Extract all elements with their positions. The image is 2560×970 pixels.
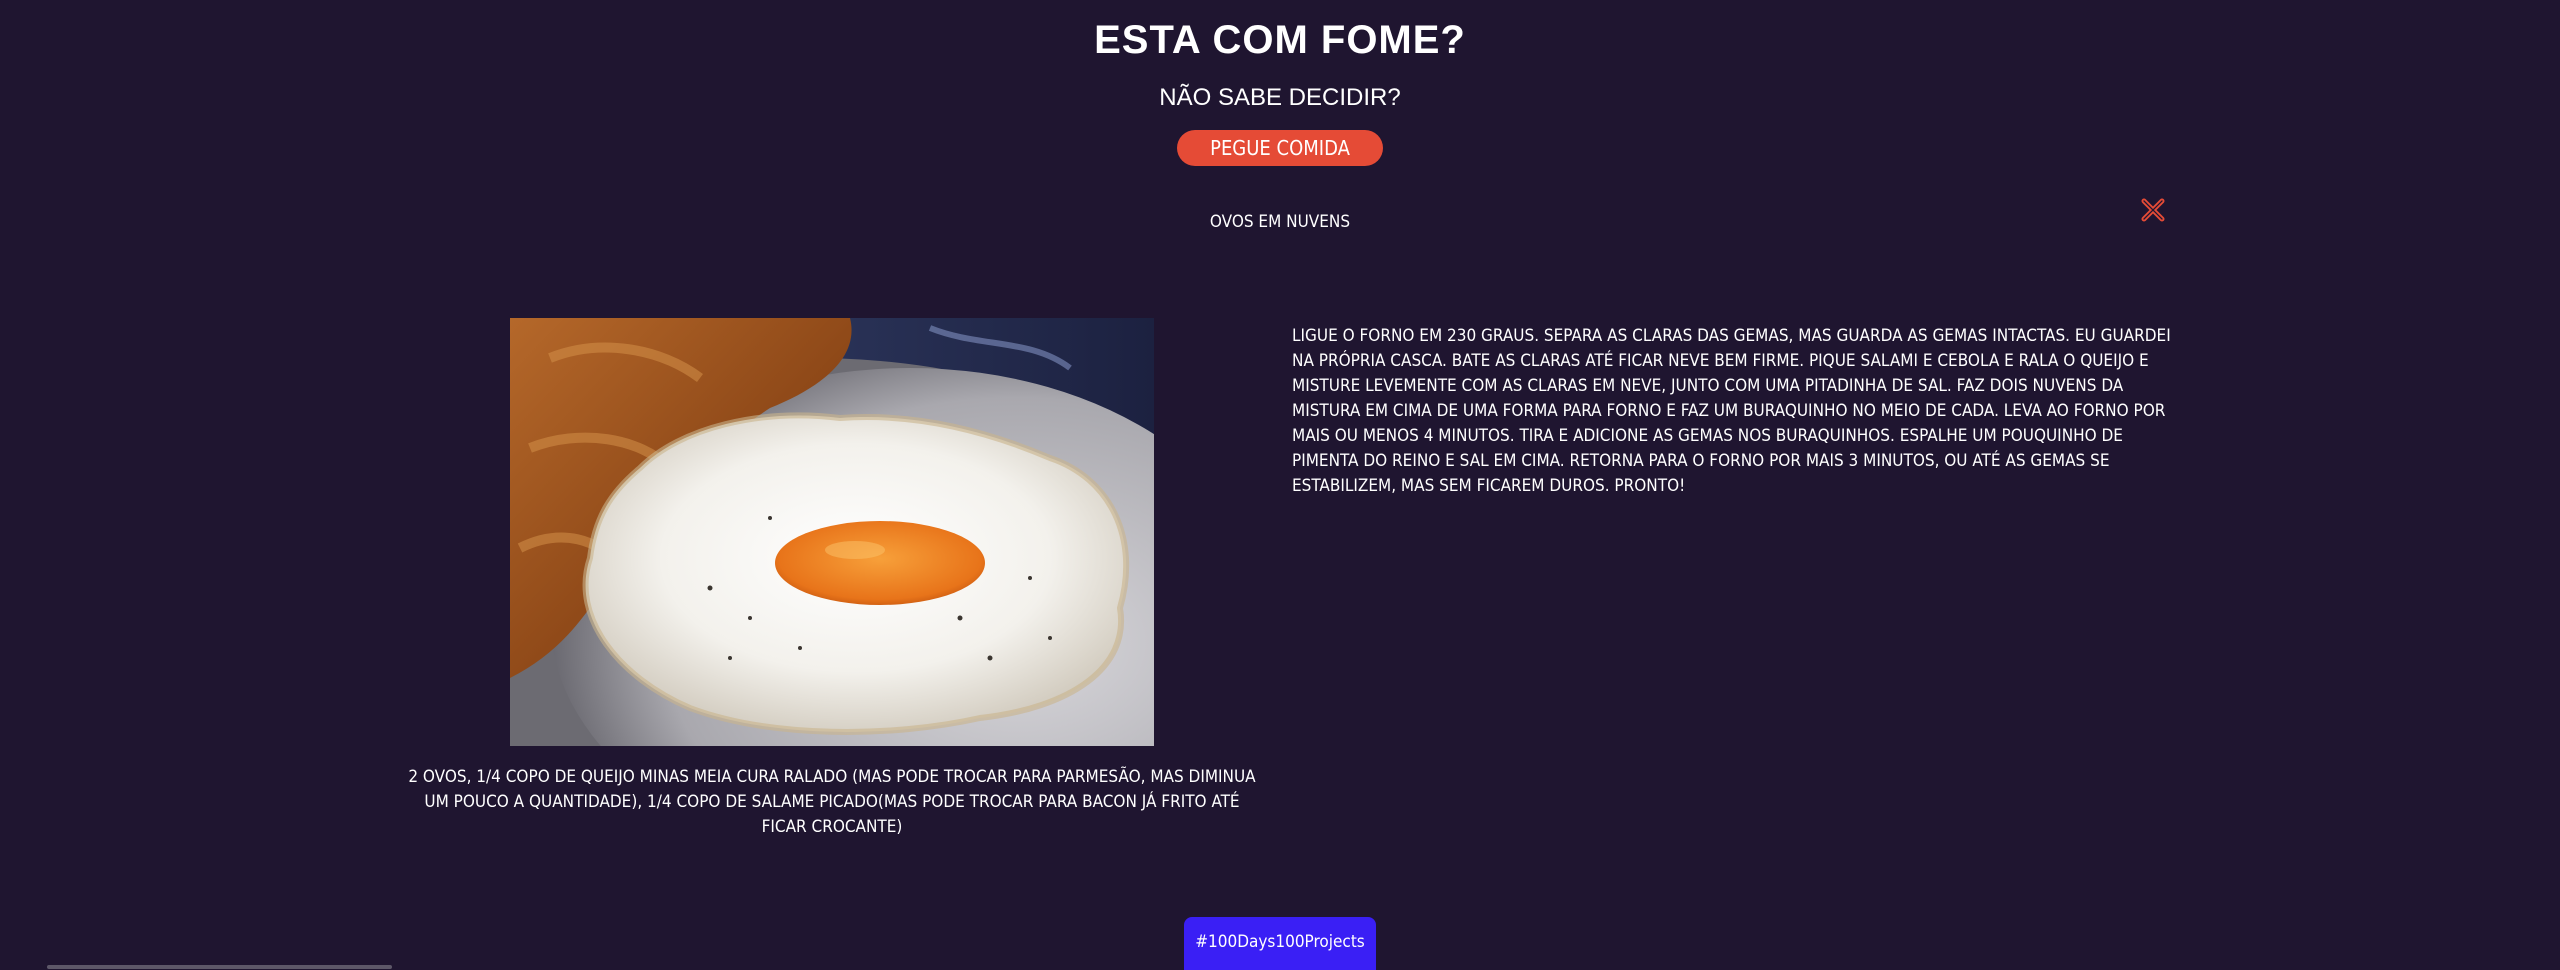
page-subtitle: NÃO SABE DECIDIR?: [1159, 84, 1401, 111]
page-title: ESTA COM FOME?: [1094, 18, 1466, 62]
horizontal-scrollbar[interactable]: [47, 965, 392, 969]
recipe-photo: [510, 318, 1154, 746]
recipe-instructions: LIGUE O FORNO EM 230 GRAUS. SEPARA AS CL…: [1292, 326, 2171, 496]
recipe-ingredients: 2 OVOS, 1/4 COPO DE QUEIJO MINAS MEIA CU…: [408, 767, 1256, 837]
button-container: PEGUE COMIDA: [0, 130, 2560, 166]
hashtag-badge[interactable]: #100Days100Projects: [1184, 917, 1376, 970]
get-food-button[interactable]: PEGUE COMIDA: [1177, 130, 1383, 166]
close-icon[interactable]: [2141, 198, 2165, 222]
recipe-name: OVOS EM NUVENS: [1209, 212, 1351, 232]
